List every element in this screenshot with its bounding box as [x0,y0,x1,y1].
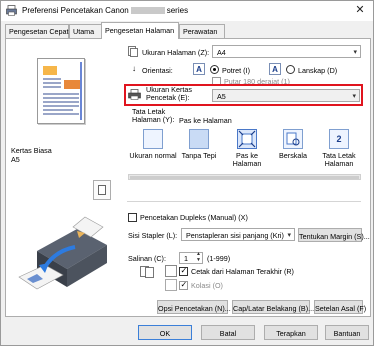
restore-defaults-button[interactable]: Setelan Asal (F) [314,300,366,314]
fit-to-page-caption: Pas ke Halaman [179,116,232,125]
apply-button[interactable]: Terapkan [264,325,318,340]
orientation-label: Orientasi: [142,66,173,75]
copies-icon [140,266,154,278]
printer-illustration [18,216,107,290]
preview-image-2 [64,80,80,89]
print-options-button[interactable]: Opsi Pencetakan (N)... [157,300,231,314]
title-bar: Preferensi Pencetakan Canon series ✕ [1,1,373,21]
copies-spinner[interactable]: 1 ▲ ▼ [179,251,203,264]
printer-paper-size-select[interactable]: A5 ▾ [212,89,360,102]
page-size-select[interactable]: A4 ▾ [212,45,361,58]
tab-quick-setup[interactable]: Pengesetan Cepat [5,24,69,38]
stapling-side-label: Sisi Stapler (L): [128,231,178,240]
help-button[interactable]: Bantuan [325,325,369,340]
spin-down-icon[interactable]: ▼ [196,257,201,263]
chevron-down-icon: ▾ [352,93,356,100]
portrait-icon: A [193,63,205,75]
page-layout-label: Tata Letak Halaman (Y): [132,107,175,124]
media-type-label: Kertas Biasa [11,146,52,155]
layout-fit-to-page[interactable]: Pas ke Halaman [226,129,268,171]
tab-maintenance[interactable]: Perawatan [179,24,225,38]
print-from-last-page-checkbox[interactable] [179,266,188,276]
copies-label: Salinan (C): [128,254,166,263]
layout-borderless[interactable]: Tanpa Tepi [178,129,220,171]
orientation-arrow-icon: ↓ [132,64,136,73]
close-icon[interactable]: ✕ [353,3,367,17]
printer-paper-size-label: Ukuran Kertas Pencetak (E): [146,85,192,102]
landscape-icon: A [269,63,281,75]
window-title: Preferensi Pencetakan Canon series [22,6,189,15]
page-layout-icon: 2 [329,129,349,149]
paper-preview [37,58,85,124]
layout-scaled[interactable]: Berskala [272,129,314,171]
layout-scrollbar[interactable] [128,174,361,180]
paper-size-preview-label: A5 [11,155,20,164]
collate-checkbox[interactable] [179,280,188,290]
duplex-checkbox[interactable] [128,213,137,222]
layout-page-layout[interactable]: 2 Tata Letak Halaman [318,129,360,171]
collate-icon [165,279,177,291]
printer-app-icon [6,5,17,16]
scrollbar-thumb[interactable] [130,175,359,179]
printer-paper-icon [128,89,141,100]
landscape-radio[interactable] [286,65,295,74]
tab-main[interactable]: Utama [69,24,102,38]
landscape-label: Lanskap (D) [298,66,338,75]
page-icon [98,185,106,195]
ok-button[interactable]: OK [138,325,192,340]
normal-size-icon [143,129,163,149]
scaled-icon [283,129,303,149]
portrait-label: Potret (I) [222,66,250,75]
stamp-background-button[interactable]: Cap/Latar Belakang (B)... [232,300,314,314]
last-page-icon [165,265,177,277]
preview-image [43,66,57,75]
layout-normal-size[interactable]: Ukuran normal [129,129,177,171]
portrait-radio[interactable] [210,65,219,74]
specify-margin-button[interactable]: Tentukan Margin (S)... [298,228,370,242]
duplex-label: Pencetakan Dupleks (Manual) (X) [140,213,248,222]
redacted-model-name [130,7,165,14]
print-from-last-page-label: Cetak dari Halaman Terakhir (R) [191,267,294,276]
tab-page-setup[interactable]: Pengesetan Halaman [101,22,179,39]
copies-range: (1-999) [207,254,231,263]
fit-to-page-icon [237,129,257,149]
stapling-side-select[interactable]: Penstapleran sisi panjang (Kri) ▾ [181,228,295,241]
cancel-button[interactable]: Batal [201,325,255,340]
page-size-label: Ukuran Halaman (Z): [142,48,210,57]
chevron-down-icon: ▾ [353,49,357,56]
paper-info-button[interactable] [93,180,111,200]
borderless-icon [189,129,209,149]
printing-preferences-window: Preferensi Pencetakan Canon series ✕ Peng… [0,0,374,346]
page-size-icon [128,46,138,57]
chevron-down-icon: ▾ [287,232,291,239]
collate-label: Kolasi (O) [191,281,223,290]
